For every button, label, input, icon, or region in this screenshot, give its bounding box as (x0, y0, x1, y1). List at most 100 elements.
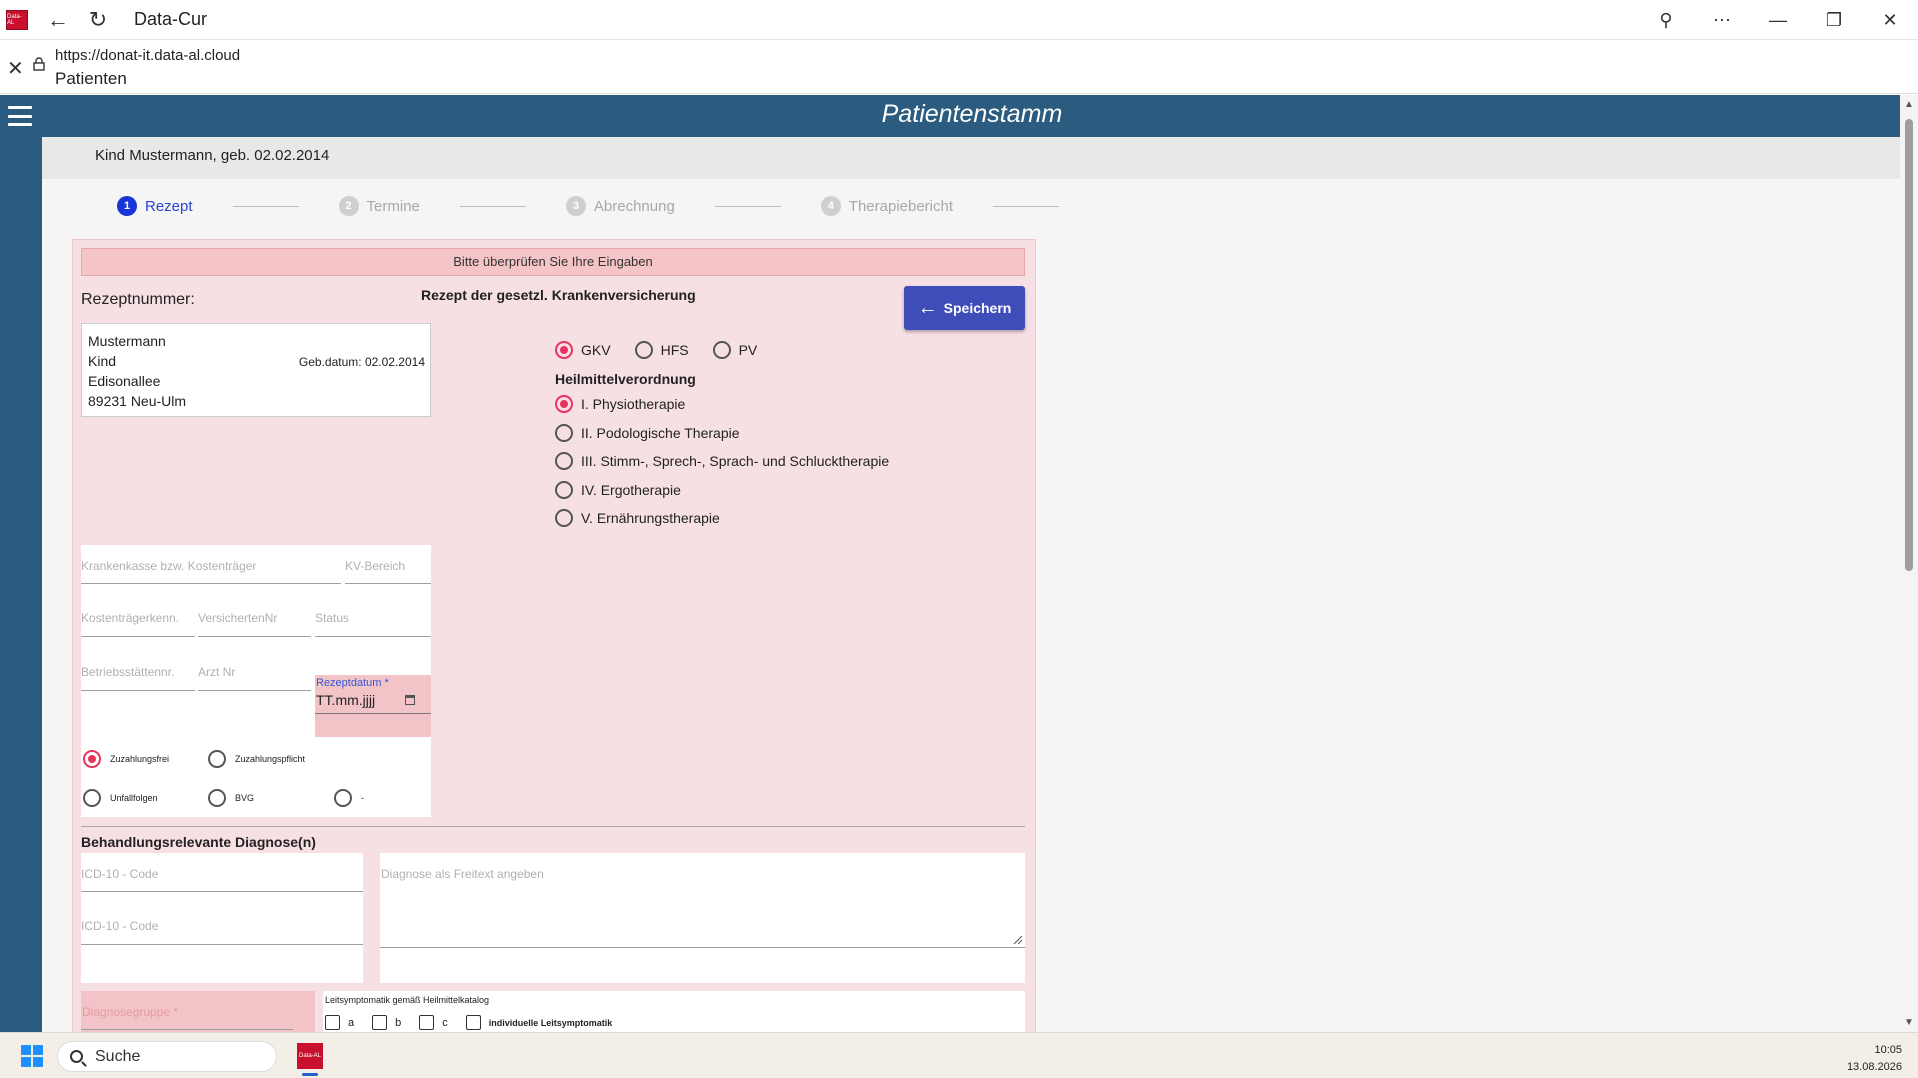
radio-pv[interactable]: PV (712, 341, 757, 359)
radio-button[interactable] (83, 789, 101, 807)
radio-unfallfolgen[interactable]: Unfallfolgen (83, 789, 158, 807)
radio-button[interactable] (555, 423, 573, 442)
lock-icon (33, 57, 45, 71)
arzt-nr-input[interactable]: Arzt Nr (198, 651, 311, 691)
betriebsstaette-input[interactable]: Betriebsstättennr. (81, 651, 195, 691)
close-tab-icon[interactable]: ✕ (7, 56, 24, 81)
stepper: 1 Rezept 2 Termine 3 Abrechnung 4 Therap… (117, 191, 1060, 221)
scroll-down-icon[interactable]: ▼ (1904, 1017, 1914, 1028)
icd-code-input-2[interactable]: ICD-10 - Code (81, 905, 363, 945)
back-icon[interactable]: ← (40, 2, 76, 38)
krankenkasse-input[interactable]: Krankenkasse bzw. Kostenträger (81, 545, 341, 584)
step-connector (232, 205, 299, 207)
checkbox[interactable] (419, 1015, 435, 1030)
radio-podologie[interactable]: II. Podologische Therapie (555, 419, 889, 448)
vertical-scrollbar[interactable]: ▲ ▼ (1900, 95, 1918, 1032)
radio-hfs[interactable]: HFS (634, 341, 689, 359)
leitsymptomatik-title: Leitsymptomatik gemäß Heilmittelkatalog (325, 995, 490, 1005)
step-termine[interactable]: 2 Termine (338, 196, 420, 216)
insurance-fields: Krankenkasse bzw. Kostenträger KV-Bereic… (81, 545, 431, 817)
radio-none[interactable]: - (334, 789, 364, 807)
scroll-up-icon[interactable]: ▲ (1904, 99, 1914, 110)
sidebar (0, 137, 42, 1032)
url-text[interactable]: https://donat-it.data-al.cloud (55, 47, 240, 64)
window-title: Data-Cur (134, 9, 208, 29)
taskbar-app-icon[interactable]: Data-AL (297, 1043, 323, 1069)
radio-button[interactable] (555, 480, 573, 499)
page-name: Patienten (55, 69, 127, 88)
reload-icon[interactable]: ↻ (80, 2, 116, 38)
checkbox-a[interactable]: a (325, 1015, 354, 1030)
rezept-heading: Rezept der gesetzl. Krankenversicherung (421, 287, 696, 303)
calendar-icon[interactable] (405, 695, 415, 705)
resize-handle-icon[interactable] (1013, 935, 1023, 945)
radio-physiotherapie[interactable]: I. Physiotherapie (555, 390, 889, 419)
radio-zuzahlungsfrei[interactable]: Zuzahlungsfrei (83, 750, 169, 768)
arrow-left-icon: ← (917, 296, 938, 319)
radio-button[interactable] (712, 341, 731, 359)
step-connector (459, 205, 526, 207)
radio-zuzahlungspflicht[interactable]: Zuzahlungspflicht (208, 750, 305, 768)
system-clock[interactable]: 10:05 13.08.2026 (1847, 1042, 1902, 1076)
checkbox[interactable] (465, 1015, 481, 1030)
step-connector (993, 205, 1060, 207)
windows-start-icon[interactable] (21, 1045, 43, 1067)
versichertennr-input[interactable]: VersichertenNr (198, 597, 311, 637)
radio-button[interactable] (555, 341, 573, 359)
radio-ernaehrungstherapie[interactable]: V. Ernährungstherapie (555, 504, 889, 533)
step-therapiebericht[interactable]: 4 Therapiebericht (820, 196, 953, 216)
patient-lastname: Mustermann (88, 333, 166, 349)
radio-stimmtherapie[interactable]: III. Stimm-, Sprech-, Sprach- und Schluc… (555, 447, 889, 476)
checkbox-c[interactable]: c (419, 1015, 448, 1030)
checkbox-b[interactable]: b (372, 1015, 401, 1030)
scroll-thumb[interactable] (1905, 119, 1913, 571)
status-input[interactable]: Status (315, 597, 431, 637)
icd-fields: ICD-10 - Code ICD-10 - Code (81, 853, 363, 983)
kv-bereich-input[interactable]: KV-Bereich (345, 545, 431, 584)
radio-button[interactable] (334, 789, 352, 807)
search-icon (70, 1050, 83, 1063)
taskbar-search[interactable]: Suche (57, 1041, 277, 1072)
validation-alert: Bitte überprüfen Sie Ihre Eingaben (81, 248, 1025, 276)
main-content: Kind Mustermann, geb. 02.02.2014 1 Rezep… (42, 137, 1900, 1032)
kostentraeger-input[interactable]: Kostenträgerkenn. (81, 597, 195, 637)
active-app-indicator (302, 1073, 318, 1076)
patient-birthdate: Geb.datum: 02.02.2014 (298, 355, 425, 369)
icd-code-input-1[interactable]: ICD-10 - Code (81, 853, 363, 892)
rezeptdatum-input[interactable]: Rezeptdatum * TT.mm.jjjj (315, 675, 431, 737)
app-header: Patientenstamm (0, 95, 1900, 137)
insurer-radio-group: GKV HFS PV (555, 341, 781, 359)
checkbox[interactable] (325, 1015, 340, 1030)
heilmittel-radio-group: I. Physiotherapie II. Podologische Thera… (555, 390, 889, 533)
zoom-icon[interactable]: ⚲ (1638, 0, 1694, 40)
radio-button[interactable] (555, 395, 573, 414)
diagnose-freitext-input[interactable]: Diagnose als Freitext angeben (380, 853, 1025, 983)
rezeptnummer-label: Rezeptnummer: (81, 291, 195, 308)
checkbox-individuell[interactable]: individuelle Leitsymptomatik (465, 1015, 612, 1030)
radio-button[interactable] (634, 341, 653, 359)
radio-button[interactable] (555, 509, 573, 528)
diagnosegruppe-input[interactable]: Diagnosegruppe * (81, 991, 315, 1032)
patient-street: Edisonallee (88, 373, 161, 389)
close-window-icon[interactable]: ✕ (1862, 0, 1918, 40)
radio-button[interactable] (208, 750, 226, 768)
radio-bvg[interactable]: BVG (208, 789, 254, 807)
save-button[interactable]: ← Speichern (904, 286, 1025, 330)
taskbar: Suche Data-AL 10:05 13.08.2026 (0, 1032, 1918, 1078)
diagnose-title: Behandlungsrelevante Diagnose(n) (81, 834, 316, 850)
radio-button[interactable] (83, 750, 101, 768)
clock-time: 10:05 (1874, 1044, 1902, 1056)
checkbox[interactable] (372, 1015, 388, 1030)
patient-city: 89231 Neu-Ulm (88, 393, 187, 409)
minimize-icon[interactable]: — (1750, 0, 1806, 40)
step-abrechnung[interactable]: 3 Abrechnung (565, 196, 675, 216)
radio-button[interactable] (208, 789, 226, 807)
restore-icon[interactable]: ❐ (1806, 0, 1862, 40)
radio-gkv[interactable]: GKV (555, 341, 611, 359)
clock-date: 13.08.2026 (1846, 1061, 1902, 1073)
radio-ergotherapie[interactable]: IV. Ergotherapie (555, 476, 889, 505)
rezept-form: Bitte überprüfen Sie Ihre Eingaben Rezep… (72, 239, 1036, 1032)
radio-button[interactable] (555, 452, 573, 471)
more-icon[interactable]: ⋯ (1694, 0, 1750, 40)
step-rezept[interactable]: 1 Rezept (117, 196, 193, 216)
